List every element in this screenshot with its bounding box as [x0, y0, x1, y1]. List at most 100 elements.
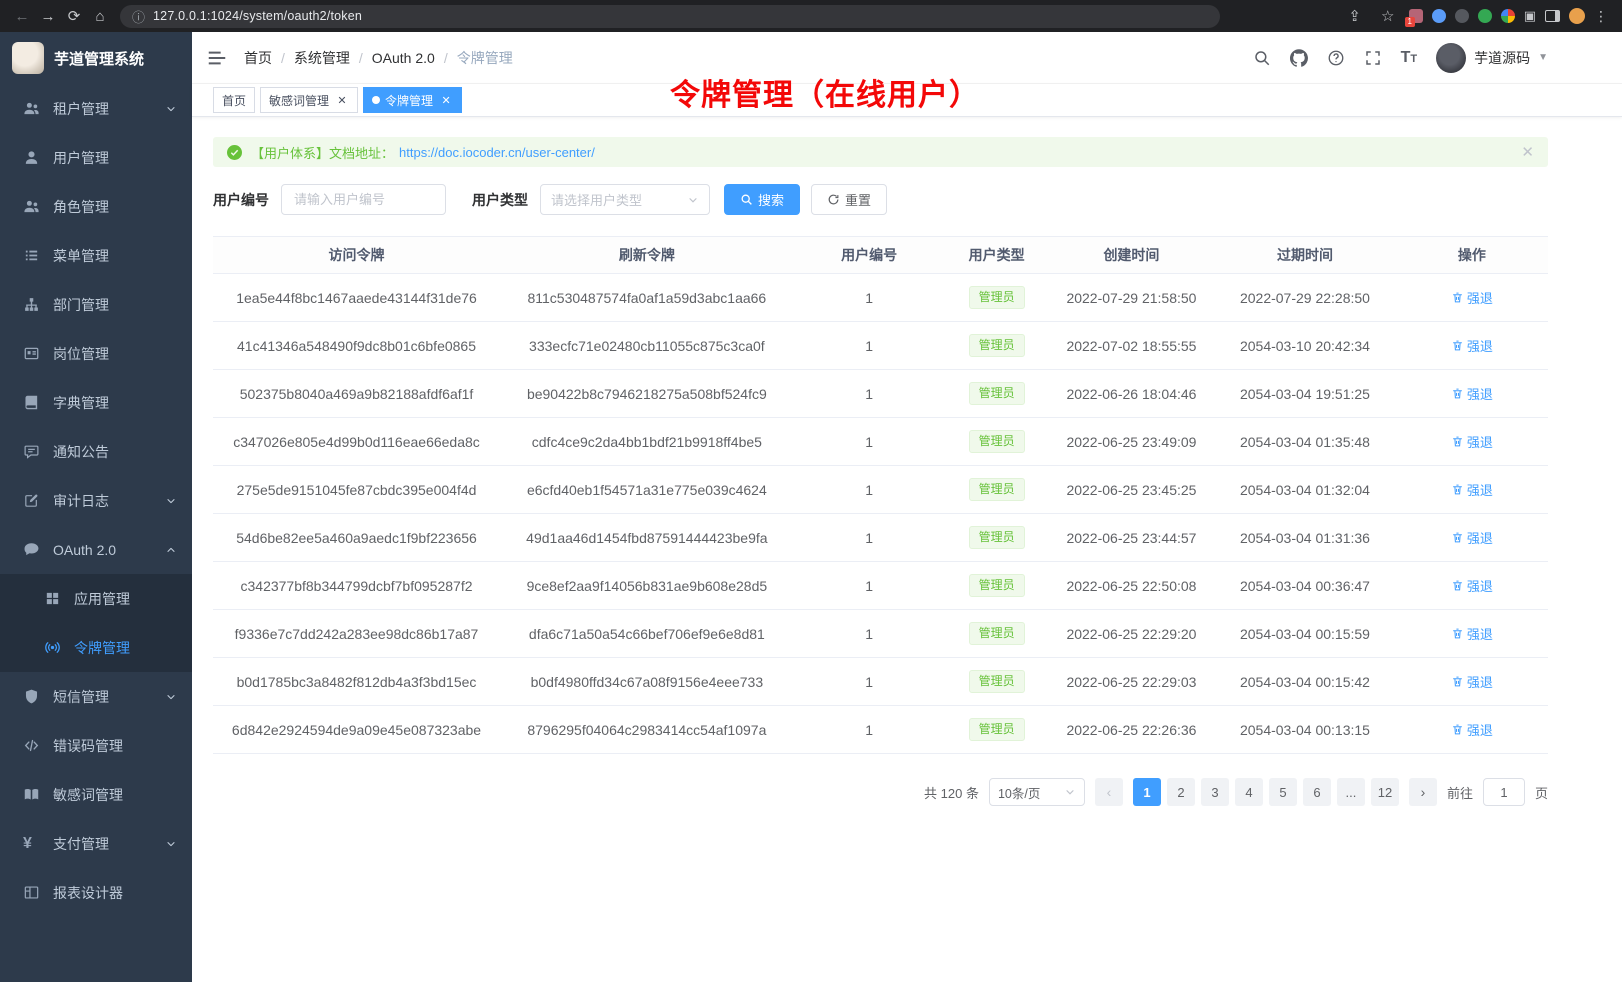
table-row: b0d1785bc3a8482f812db4a3f3bd15ecb0df4980…: [213, 658, 1548, 706]
sidebar-item-post[interactable]: 岗位管理: [0, 329, 192, 378]
sidebar-item-label: OAuth 2.0: [53, 542, 116, 558]
side-panel-icon[interactable]: [1545, 10, 1560, 22]
sidebar-item-report-designer[interactable]: 报表设计器: [0, 868, 192, 917]
sidebar-item-pay[interactable]: ¥支付管理: [0, 819, 192, 868]
refresh-token-cell: 811c530487574fa0af1a59d3abc1aa66: [500, 274, 794, 322]
breadcrumb-system[interactable]: 系统管理: [294, 48, 350, 68]
site-info-icon[interactable]: ⓘ: [132, 7, 145, 26]
tab-token-management[interactable]: 令牌管理 ✕: [363, 87, 462, 113]
page-button-6[interactable]: 6: [1303, 778, 1331, 806]
fullscreen-icon[interactable]: [1364, 49, 1382, 67]
extension-icon-5[interactable]: [1501, 9, 1515, 23]
next-page-button[interactable]: ›: [1409, 778, 1437, 806]
user-icon: [23, 149, 40, 166]
tab-label: 令牌管理: [385, 92, 433, 109]
sidebar-toggle-button[interactable]: [206, 47, 228, 69]
search-button[interactable]: 搜索: [724, 184, 800, 215]
sidebar-item-sensitive-word[interactable]: 敏感词管理: [0, 770, 192, 819]
user-type-cell: 管理员: [945, 658, 1049, 706]
force-logout-button[interactable]: 强退: [1451, 288, 1493, 307]
sidebar-item-audit-log[interactable]: 审计日志: [0, 476, 192, 525]
delete-icon: [1451, 531, 1464, 544]
force-logout-button[interactable]: 强退: [1451, 528, 1493, 547]
delete-icon: [1451, 435, 1464, 448]
column-header: 过期时间: [1214, 237, 1396, 274]
sidebar-item-dict[interactable]: 字典管理: [0, 378, 192, 427]
browser-profile-avatar[interactable]: [1569, 8, 1585, 24]
help-icon[interactable]: [1327, 49, 1345, 67]
force-logout-button[interactable]: 强退: [1451, 480, 1493, 499]
search-icon[interactable]: [1253, 49, 1271, 67]
goto-page-input[interactable]: [1483, 778, 1525, 806]
sidebar-item-tenant[interactable]: 租户管理: [0, 84, 192, 133]
browser-forward-button[interactable]: →: [36, 4, 60, 28]
tab-home[interactable]: 首页: [213, 87, 255, 113]
browser-home-button[interactable]: ⌂: [88, 4, 112, 28]
user-id-input[interactable]: [281, 184, 446, 215]
tab-close-icon[interactable]: ✕: [335, 93, 349, 107]
force-logout-button[interactable]: 强退: [1451, 720, 1493, 739]
page-button-2[interactable]: 2: [1167, 778, 1195, 806]
breadcrumb-home[interactable]: 首页: [244, 48, 272, 68]
prev-page-button[interactable]: ‹: [1095, 778, 1123, 806]
page-button-5[interactable]: 5: [1269, 778, 1297, 806]
github-icon[interactable]: [1290, 49, 1308, 67]
sidebar-item-error-code[interactable]: 错误码管理: [0, 721, 192, 770]
extension-icon-2[interactable]: [1432, 9, 1446, 23]
sidebar-item-oauth2-token[interactable]: 令牌管理: [0, 623, 192, 672]
font-size-icon[interactable]: TT: [1401, 49, 1418, 67]
access-token-cell: 54d6be82ee5a460a9aedc1f9bf223656: [213, 514, 500, 562]
alert-close-icon[interactable]: ✕: [1521, 143, 1534, 161]
page-size-select[interactable]: 10条/页: [989, 778, 1085, 806]
doc-link[interactable]: https://doc.iocoder.cn/user-center/: [399, 145, 595, 160]
tab-close-icon[interactable]: ✕: [439, 93, 453, 107]
sidebar-item-role[interactable]: 角色管理: [0, 182, 192, 231]
user-type-select[interactable]: 请选择用户类型: [540, 184, 710, 215]
tab-sensitive-word[interactable]: 敏感词管理✕: [260, 87, 358, 113]
reset-button[interactable]: 重置: [811, 184, 887, 215]
sidebar-item-menu[interactable]: 菜单管理: [0, 231, 192, 280]
extension-icon-4[interactable]: [1478, 9, 1492, 23]
breadcrumb-oauth2[interactable]: OAuth 2.0: [372, 50, 435, 66]
sidebar-menu: 租户管理用户管理角色管理菜单管理部门管理岗位管理字典管理通知公告审计日志 OAut…: [0, 84, 192, 982]
share-icon[interactable]: ⇪: [1343, 4, 1367, 28]
sidebar-item-sms[interactable]: 短信管理: [0, 672, 192, 721]
browser-back-button[interactable]: ←: [10, 4, 34, 28]
browser-url-bar[interactable]: ⓘ 127.0.0.1:1024/system/oauth2/token: [120, 5, 1220, 28]
sidebar-item-oauth2[interactable]: OAuth 2.0: [0, 525, 192, 574]
access-token-cell: 1ea5e44f8bc1467aaede43144f31de76: [213, 274, 500, 322]
force-logout-button[interactable]: 强退: [1451, 672, 1493, 691]
expires-at-cell: 2054-03-04 00:15:42: [1214, 658, 1396, 706]
extensions-puzzle-icon[interactable]: ▣: [1524, 8, 1536, 24]
force-logout-button[interactable]: 强退: [1451, 336, 1493, 355]
force-logout-button[interactable]: 强退: [1451, 384, 1493, 403]
page-ellipsis[interactable]: ...: [1337, 778, 1365, 806]
user-type-placeholder: 请选择用户类型: [551, 190, 642, 209]
sidebar-item-label: 错误码管理: [53, 736, 123, 756]
force-logout-button[interactable]: 强退: [1451, 624, 1493, 643]
force-logout-button[interactable]: 强退: [1451, 432, 1493, 451]
page-button-12[interactable]: 12: [1371, 778, 1399, 806]
page-button-4[interactable]: 4: [1235, 778, 1263, 806]
user-type-cell: 管理员: [945, 274, 1049, 322]
url-text: 127.0.0.1:1024/system/oauth2/token: [153, 9, 362, 23]
app-logo[interactable]: 芋道管理系统: [0, 32, 192, 84]
expires-at-cell: 2054-03-04 19:51:25: [1214, 370, 1396, 418]
browser-menu-icon[interactable]: ⋮: [1594, 8, 1608, 25]
page-button-3[interactable]: 3: [1201, 778, 1229, 806]
force-logout-button[interactable]: 强退: [1451, 576, 1493, 595]
sidebar-item-notice[interactable]: 通知公告: [0, 427, 192, 476]
user-type-badge: 管理员: [969, 526, 1025, 549]
sidebar-item-dept[interactable]: 部门管理: [0, 280, 192, 329]
sidebar-item-oauth2-app[interactable]: 应用管理: [0, 574, 192, 623]
action-cell: 强退: [1396, 658, 1548, 706]
bookmark-star-icon[interactable]: ☆: [1376, 4, 1400, 28]
extension-icon-3[interactable]: [1455, 9, 1469, 23]
sidebar-item-user[interactable]: 用户管理: [0, 133, 192, 182]
extension-icon-1[interactable]: 1: [1409, 9, 1423, 23]
user-menu[interactable]: 芋道源码 ▼: [1436, 43, 1548, 73]
table-row: c347026e805e4d99b0d116eae66eda8ccdfc4ce9…: [213, 418, 1548, 466]
browser-refresh-button[interactable]: ⟳: [62, 4, 86, 28]
page-button-1[interactable]: 1: [1133, 778, 1161, 806]
delete-icon: [1451, 291, 1464, 304]
